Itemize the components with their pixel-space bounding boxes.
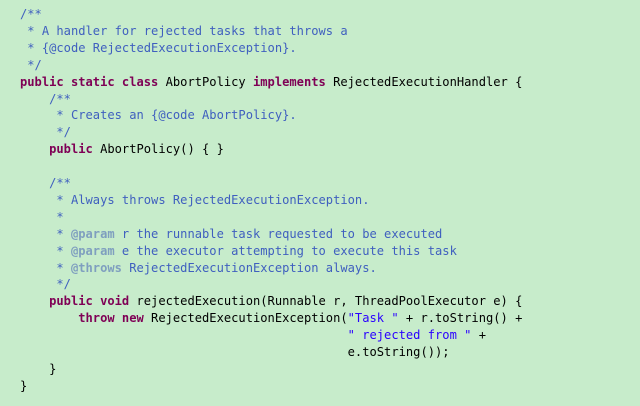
code-text: } xyxy=(20,361,57,376)
comment-text: * Creates an {@code AbortPolicy}. xyxy=(20,108,297,123)
javadoc-tag: @throws xyxy=(70,260,122,275)
code-text: + xyxy=(471,328,486,343)
comment-text: * xyxy=(20,260,71,275)
code-line: * xyxy=(20,209,64,226)
keyword-token: public xyxy=(49,142,93,157)
code-line: * A handler for rejected tasks that thro… xyxy=(20,23,348,40)
code-line: throw new RejectedExecutionException("Ta… xyxy=(20,310,522,327)
code-text: AbortPolicy xyxy=(158,74,253,89)
comment-text: * xyxy=(20,243,71,258)
code-line: * Always throws RejectedExecutionExcepti… xyxy=(20,192,370,209)
keyword-token: public static class xyxy=(20,74,159,89)
comment-text: r the runnable task requested to be exec… xyxy=(114,226,443,241)
keyword-token: throw new xyxy=(78,311,144,326)
code-line: public void rejectedExecution(Runnable r… xyxy=(20,293,522,310)
code-line: } xyxy=(20,378,27,395)
code-text: e.toString()); xyxy=(20,345,450,359)
string-literal: " rejected from " xyxy=(347,328,472,343)
code-text: RejectedExecutionException( xyxy=(143,311,348,326)
comment-text: */ xyxy=(20,57,42,72)
code-line: */ xyxy=(20,276,71,293)
code-line: */ xyxy=(20,57,42,74)
comment-text: * xyxy=(20,226,71,241)
code-line: * Creates an {@code AbortPolicy}. xyxy=(20,107,297,124)
code-line: */ xyxy=(20,124,71,141)
javadoc-tag: @param xyxy=(70,226,115,241)
keyword-token: implements xyxy=(253,74,326,89)
code-line: public AbortPolicy() { } xyxy=(20,141,224,158)
code-line: /** xyxy=(20,6,42,23)
code-line: /** xyxy=(20,91,71,108)
code-line: " rejected from " + xyxy=(20,327,486,344)
comment-text: /** xyxy=(20,7,42,21)
comment-text: */ xyxy=(20,125,71,140)
comment-text: * {@code RejectedExecutionException}. xyxy=(20,40,297,55)
comment-text: e the executor attempting to execute thi… xyxy=(114,243,457,258)
comment-text: */ xyxy=(20,277,71,292)
code-line: * @throws RejectedExecutionException alw… xyxy=(20,260,377,277)
code-line: public static class AbortPolicy implemen… xyxy=(20,74,522,91)
code-editor: /** * A handler for rejected tasks that … xyxy=(0,0,640,406)
code-line: * {@code RejectedExecutionException}. xyxy=(20,40,297,57)
comment-text: * Always throws RejectedExecutionExcepti… xyxy=(20,192,370,207)
code-line: * @param r the runnable task requested t… xyxy=(20,226,442,243)
comment-text: * xyxy=(20,209,64,224)
keyword-token: public void xyxy=(49,294,130,309)
code-text: RejectedExecutionHandler { xyxy=(325,74,523,89)
code-text: + r.toString() + xyxy=(398,311,523,326)
code-line: } xyxy=(20,361,56,378)
comment-text: /** xyxy=(49,176,71,190)
comment-text: * A handler for rejected tasks that thro… xyxy=(20,23,348,38)
comment-text: RejectedExecutionException always. xyxy=(121,260,377,275)
code-text: AbortPolicy() { } xyxy=(92,142,224,157)
comment-text: /** xyxy=(49,91,71,106)
code-line: e.toString()); xyxy=(20,344,450,361)
string-literal: "Task " xyxy=(347,311,399,326)
javadoc-tag: @param xyxy=(70,243,115,258)
code-text: rejectedExecution(Runnable r, ThreadPool… xyxy=(129,294,523,309)
code-text: } xyxy=(20,378,28,393)
code-line: /** xyxy=(20,175,71,192)
code-line: * @param e the executor attempting to ex… xyxy=(20,243,457,260)
